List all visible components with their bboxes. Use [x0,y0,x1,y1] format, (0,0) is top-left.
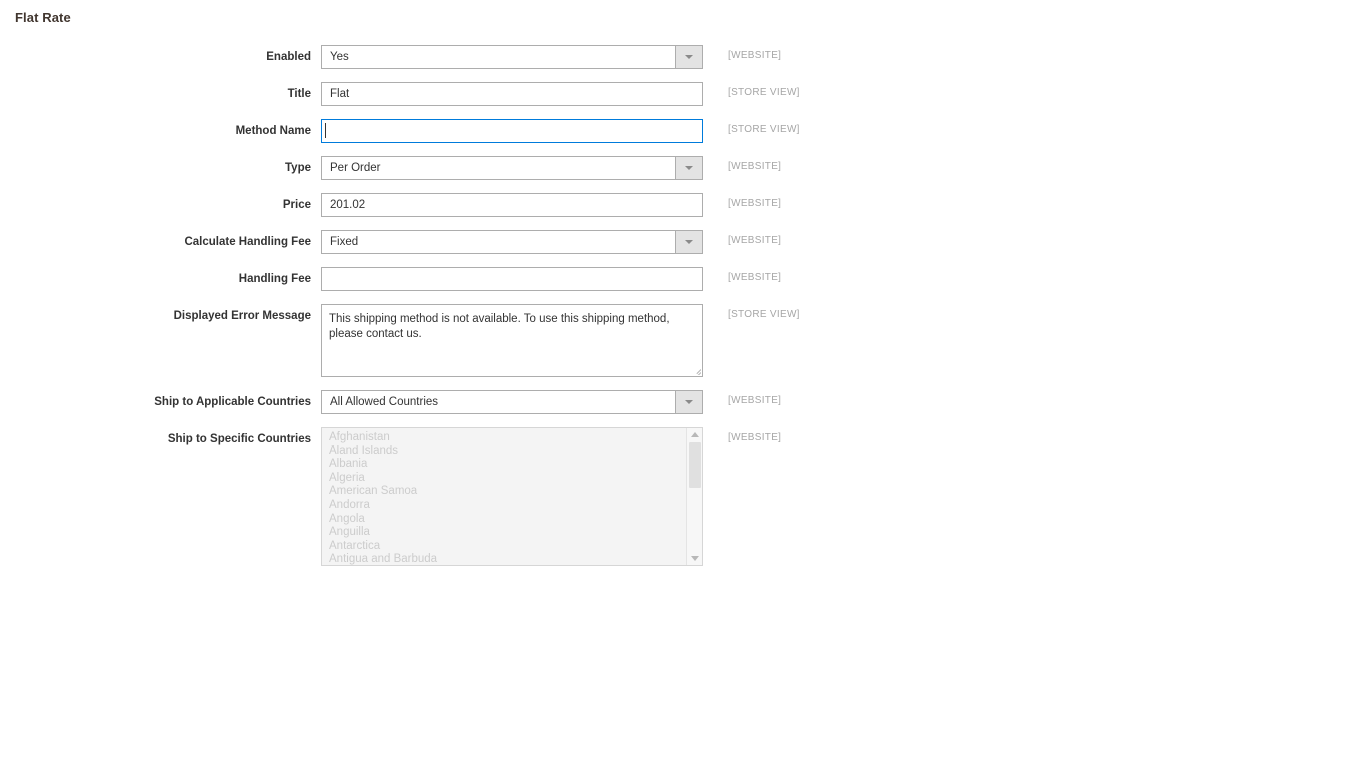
control-handling-fee [321,267,703,291]
label-type: Type [285,162,311,174]
field-row-title: Title [STORE VIEW] [0,82,1358,106]
title-input[interactable] [321,82,703,106]
control-ship-to-specific-countries: Afghanistan Åland Islands Albania Algeria Am… [321,427,703,566]
control-displayed-error-message: This shipping method is not available. T… [321,304,703,377]
scope-displayed-error-message: [STORE VIEW] [728,309,800,320]
list-item[interactable]: Anguilla [322,526,685,540]
label-method-name: Method Name [235,125,311,137]
label-handling-fee: Handling Fee [238,273,311,285]
flat-rate-config-page: Flat Rate Enabled Yes [WEBSITE] Title Fl… [0,0,1358,765]
type-select-button[interactable] [675,157,702,179]
control-type: Per Order [321,156,703,180]
scope-enabled: [WEBSITE] [728,50,782,61]
ship-to-specific-countries-multiselect[interactable]: Afghanistan Åland Islands Albania Algeria Am… [321,427,703,566]
enabled-select-button[interactable] [675,46,702,68]
field-row-method-name: Method Name [STORE VIEW] [0,119,1358,143]
control-method-name [321,119,703,143]
handling-fee-input[interactable] [321,267,703,291]
label-displayed-error-message: Displayed Error Message [173,310,311,322]
list-item[interactable]: Antigua and Barbuda [322,553,685,565]
label-calculate-handling-fee: Calculate Handling Fee [184,236,311,248]
chevron-down-icon [685,166,693,170]
list-item[interactable]: Åland Islands [322,445,685,459]
scope-title: [STORE VIEW] [728,87,800,98]
chevron-down-icon [685,400,693,404]
method-name-input[interactable] [321,119,703,143]
scrollbar-thumb[interactable] [689,442,701,488]
list-item[interactable]: Algeria [322,472,685,486]
scroll-down-arrow-icon[interactable] [690,556,699,561]
scope-handling-fee: [WEBSITE] [728,272,782,283]
calculate-handling-fee-value: Fixed [330,236,359,248]
list-item[interactable]: Albania [322,458,685,472]
list-item[interactable]: Afghanistan [322,431,685,445]
scroll-up-arrow-icon[interactable] [690,432,699,437]
ship-to-applicable-countries-select-button[interactable] [675,391,702,413]
label-enabled: Enabled [266,51,311,63]
label-title: Title [287,88,311,100]
calculate-handling-fee-select-button[interactable] [675,231,702,253]
label-price: Price [282,199,311,211]
type-select-value: Per Order [330,162,381,174]
resize-handle-icon[interactable] [690,364,701,375]
scope-type: [WEBSITE] [728,161,782,172]
field-row-handling-fee: Handling Fee [WEBSITE] [0,267,1358,291]
list-item[interactable]: Antarctica [322,540,685,554]
list-item[interactable]: American Samoa [322,485,685,499]
field-row-type: Type Per Order [WEBSITE] [0,156,1358,180]
control-title [321,82,703,106]
list-item[interactable]: Andorra [322,499,685,513]
price-input[interactable] [321,193,703,217]
enabled-select-value: Yes [330,51,349,63]
label-ship-to-applicable-countries: Ship to Applicable Countries [154,396,311,408]
enabled-select[interactable]: Yes [321,45,703,69]
chevron-down-icon [685,55,693,59]
chevron-down-icon [685,240,693,244]
scope-ship-to-specific-countries: [WEBSITE] [728,432,782,443]
scope-ship-to-applicable-countries: [WEBSITE] [728,395,782,406]
ship-to-applicable-countries-select[interactable]: All Allowed Countries [321,390,703,414]
ship-to-applicable-countries-value: All Allowed Countries [330,396,439,408]
displayed-error-message-value: This shipping method is not available. T… [329,313,670,340]
flat-rate-form: Enabled Yes [WEBSITE] Title [STORE VIEW] [0,45,1358,579]
list-item[interactable]: Angola [322,513,685,527]
field-row-displayed-error-message: Displayed Error Message This shipping me… [0,304,1358,377]
text-cursor [325,123,326,138]
field-row-ship-to-applicable-countries: Ship to Applicable Countries All Allowed… [0,390,1358,414]
control-price [321,193,703,217]
label-ship-to-specific-countries: Ship to Specific Countries [167,433,311,445]
field-row-calculate-handling-fee: Calculate Handling Fee Fixed [WEBSITE] [0,230,1358,254]
scope-method-name: [STORE VIEW] [728,124,800,135]
field-row-ship-to-specific-countries: Ship to Specific Countries Afghanistan Ål… [0,427,1358,566]
field-row-price: Price [WEBSITE] [0,193,1358,217]
displayed-error-message-textarea[interactable]: This shipping method is not available. T… [321,304,703,377]
calculate-handling-fee-select[interactable]: Fixed [321,230,703,254]
control-calculate-handling-fee: Fixed [321,230,703,254]
control-ship-to-applicable-countries: All Allowed Countries [321,390,703,414]
scope-price: [WEBSITE] [728,198,782,209]
control-enabled: Yes [321,45,703,69]
country-option-list: Afghanistan Åland Islands Albania Algeria Am… [322,431,685,565]
multiselect-scrollbar[interactable] [686,428,702,565]
type-select[interactable]: Per Order [321,156,703,180]
field-row-enabled: Enabled Yes [WEBSITE] [0,45,1358,69]
scope-calculate-handling-fee: [WEBSITE] [728,235,782,246]
page-title: Flat Rate [15,10,71,25]
